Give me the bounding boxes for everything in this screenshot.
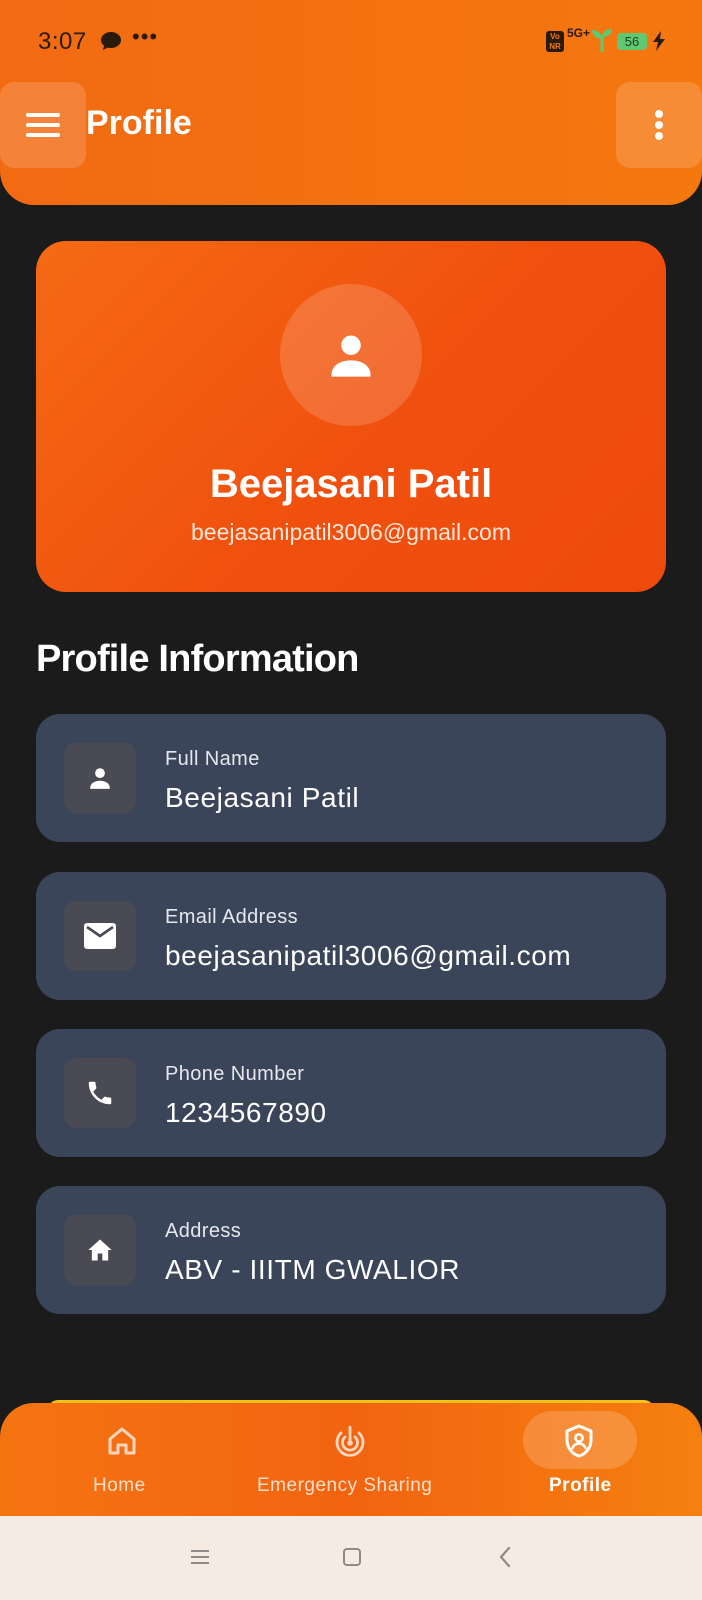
nav-item-profile[interactable]: Profile xyxy=(523,1403,637,1516)
profile-name: Beejasani Patil xyxy=(209,462,493,506)
info-value: Beejasani Patil xyxy=(165,782,360,813)
status-time: 3:07 xyxy=(38,28,87,55)
nav-item-emergency-sharing[interactable]: Emergency Sharing xyxy=(250,1403,450,1516)
info-icon-box xyxy=(64,743,136,813)
app-header: 3:07 ••• Vo NR 5G+ 56 Profile xyxy=(0,0,702,205)
info-icon-box xyxy=(64,1215,136,1285)
home-icon xyxy=(88,1239,112,1261)
info-label: Email Address xyxy=(165,906,299,928)
back-chevron-icon[interactable] xyxy=(498,1546,512,1568)
hamburger-menu-icon xyxy=(26,113,60,137)
info-card-email: Email Address beejasanipatil3006@gmail.c… xyxy=(36,872,666,1000)
sprout-icon xyxy=(592,29,612,52)
info-icon-box xyxy=(64,901,136,971)
info-label: Full Name xyxy=(165,748,260,770)
page-title: Profile xyxy=(86,104,192,142)
recent-apps-icon[interactable] xyxy=(190,1548,210,1566)
more-options-button[interactable] xyxy=(616,82,702,168)
mail-icon xyxy=(84,923,116,949)
home-outline-icon xyxy=(108,1427,136,1455)
more-vertical-icon xyxy=(655,110,663,140)
shield-person-icon xyxy=(565,1424,593,1458)
avatar xyxy=(280,284,422,426)
network-type: 5G+ xyxy=(567,26,591,40)
nav-label-emergency-sharing: Emergency Sharing xyxy=(257,1475,433,1496)
status-more-dots: ••• xyxy=(132,24,159,49)
volte-badge: Vo NR xyxy=(546,31,564,52)
info-value: beejasanipatil3006@gmail.com xyxy=(165,940,572,971)
bottom-navigation: Home Emergency Sharing Profile xyxy=(0,1403,702,1516)
charging-bolt-icon xyxy=(653,31,665,51)
nav-item-home[interactable]: Home xyxy=(60,1403,180,1516)
person-icon xyxy=(90,768,110,789)
profile-email: beejasanipatil3006@gmail.com xyxy=(191,519,511,545)
person-icon xyxy=(331,335,371,377)
info-card-address: Address ABV - IIITM GWALIOR xyxy=(36,1186,666,1314)
status-bar: 3:07 ••• Vo NR 5G+ 56 xyxy=(0,0,702,80)
info-card-full-name: Full Name Beejasani Patil xyxy=(36,714,666,842)
info-icon-box xyxy=(64,1058,136,1128)
info-card-phone: Phone Number 1234567890 xyxy=(36,1029,666,1157)
battery-level: 56 xyxy=(617,33,647,50)
nav-label-profile: Profile xyxy=(549,1475,612,1496)
info-value: 1234567890 xyxy=(165,1097,327,1128)
chat-bubble-icon xyxy=(101,32,121,50)
system-navigation-bar xyxy=(0,1516,702,1600)
radar-icon xyxy=(335,1425,365,1457)
section-title: Profile Information xyxy=(36,638,359,680)
info-value: ABV - IIITM GWALIOR xyxy=(165,1254,461,1285)
info-label: Address xyxy=(165,1220,242,1242)
menu-button[interactable] xyxy=(0,82,86,168)
nav-label-home: Home xyxy=(93,1475,146,1496)
phone-icon xyxy=(88,1081,112,1105)
profile-card: Beejasani Patil beejasanipatil3006@gmail… xyxy=(36,241,666,592)
home-square-icon[interactable] xyxy=(342,1547,362,1567)
info-label: Phone Number xyxy=(165,1063,305,1085)
